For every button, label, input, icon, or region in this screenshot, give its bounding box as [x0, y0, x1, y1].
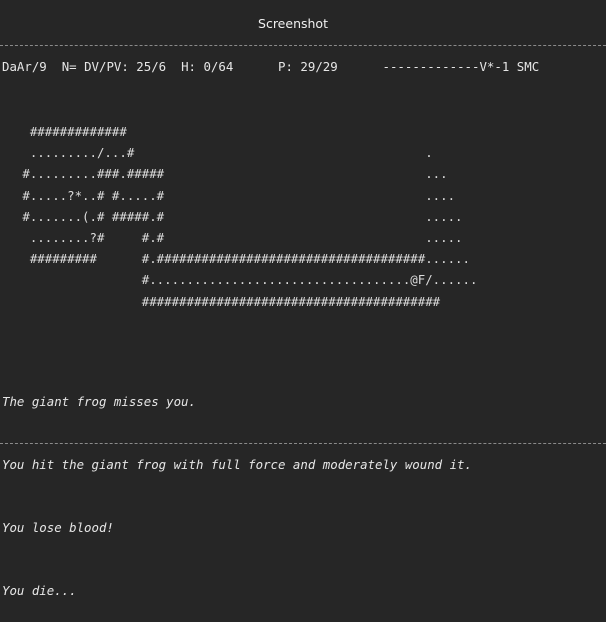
status-line: DaAr/9 N= DV/PV: 25/6 H: 0/64 P: 29/29 -… — [2, 59, 539, 75]
map-row: ######### #.############################… — [0, 251, 470, 267]
message-line: The giant frog misses you. — [2, 394, 196, 409]
location-indicator: -------------V*-1 SMC — [382, 59, 540, 74]
map-row: #.........###.##### ... — [0, 166, 448, 182]
dv-pv-stat: DV/PV: 25/6 — [84, 59, 167, 74]
map-row: #...................................@F/.… — [0, 272, 478, 288]
map-row: ############# — [0, 124, 127, 139]
map-row: ........?# #.# ..... — [0, 230, 463, 246]
dungeon-map: ############# ........./...# . #........… — [0, 121, 477, 312]
message-line: You lose blood! — [2, 520, 114, 535]
message-log: The giant frog misses you. You hit the g… — [2, 349, 472, 622]
nutrition-label: N= — [61, 59, 77, 74]
map-row: ######################################## — [0, 293, 441, 309]
character-id: DaAr/9 — [2, 59, 47, 74]
message-line: You hit the giant frog with full force a… — [2, 457, 472, 472]
power-stat: P: 29/29 — [278, 59, 338, 74]
window-title: Screenshot — [258, 16, 328, 31]
top-divider — [0, 45, 606, 46]
map-row: #.......(.# #####.# ..... — [0, 208, 463, 224]
map-row: #.....?*..# #.....# .... — [0, 187, 456, 203]
map-row: ........./...# . — [0, 145, 433, 161]
health-stat: H: 0/64 — [181, 59, 234, 74]
message-line: You die... — [2, 583, 77, 598]
bottom-divider — [0, 443, 606, 444]
